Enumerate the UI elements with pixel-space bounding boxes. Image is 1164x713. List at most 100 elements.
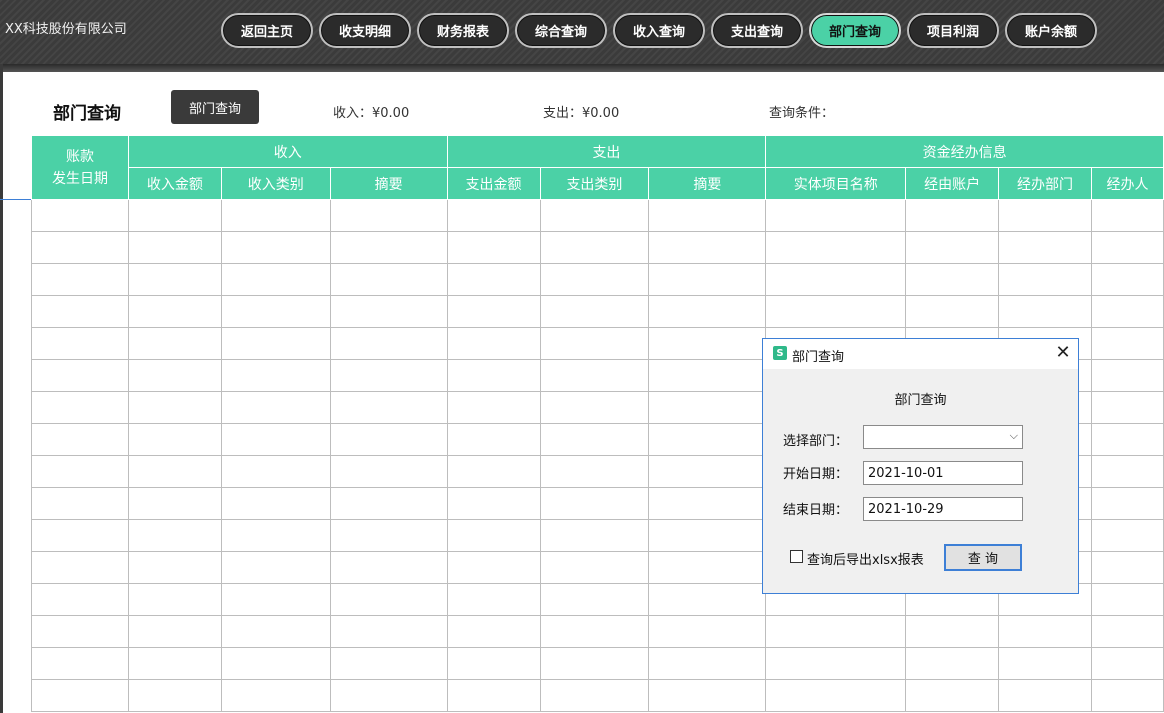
table-cell[interactable] [1090,583,1164,616]
table-cell[interactable] [329,359,448,392]
table-cell[interactable] [31,615,129,648]
start-date-field[interactable] [863,461,1023,485]
table-cell[interactable] [539,647,650,680]
nav-combined-query-button[interactable]: 综合查询 [515,13,607,48]
table-cell[interactable] [329,455,448,488]
nav-expense-query-button[interactable]: 支出查询 [711,13,803,48]
table-cell[interactable] [446,359,541,392]
table-row[interactable] [31,231,1164,264]
table-cell[interactable] [539,391,650,424]
nav-dept-query-button[interactable]: 部门查询 [809,13,901,48]
table-cell[interactable] [329,391,448,424]
table-cell[interactable] [446,199,541,232]
table-cell[interactable] [998,679,1092,712]
table-cell[interactable] [648,295,767,328]
table-cell[interactable] [905,647,1000,680]
close-icon[interactable]: ✕ [1053,343,1073,363]
table-row[interactable] [31,295,1164,328]
table-cell[interactable] [446,455,541,488]
table-cell[interactable] [998,615,1092,648]
table-cell[interactable] [220,327,331,360]
table-cell[interactable] [446,647,541,680]
table-row[interactable] [31,263,1164,296]
table-cell[interactable] [648,423,767,456]
table-cell[interactable] [446,423,541,456]
table-cell[interactable] [127,679,222,712]
table-cell[interactable] [329,231,448,264]
nav-reports-button[interactable]: 财务报表 [417,13,509,48]
nav-details-button[interactable]: 收支明细 [319,13,411,48]
table-cell[interactable] [648,583,767,616]
table-cell[interactable] [648,647,767,680]
table-cell[interactable] [539,583,650,616]
table-cell[interactable] [446,583,541,616]
table-cell[interactable] [648,199,767,232]
table-cell[interactable] [329,199,448,232]
table-cell[interactable] [446,615,541,648]
table-row[interactable] [31,679,1164,712]
table-cell[interactable] [998,231,1092,264]
table-cell[interactable] [329,679,448,712]
dept-query-button[interactable]: 部门查询 [171,90,259,124]
table-cell[interactable] [220,423,331,456]
table-cell[interactable] [329,423,448,456]
table-cell[interactable] [905,295,1000,328]
nav-home-button[interactable]: 返回主页 [221,13,313,48]
table-cell[interactable] [539,455,650,488]
table-cell[interactable] [648,679,767,712]
table-cell[interactable] [31,519,129,552]
table-cell[interactable] [648,263,767,296]
table-cell[interactable] [31,551,129,584]
table-cell[interactable] [329,519,448,552]
table-cell[interactable] [765,263,907,296]
table-cell[interactable] [648,519,767,552]
table-cell[interactable] [31,327,129,360]
table-cell[interactable] [446,487,541,520]
table-cell[interactable] [31,263,129,296]
table-cell[interactable] [220,391,331,424]
nav-income-query-button[interactable]: 收入查询 [613,13,705,48]
table-cell[interactable] [220,455,331,488]
table-cell[interactable] [539,327,650,360]
table-cell[interactable] [329,487,448,520]
table-cell[interactable] [765,679,907,712]
dialog-titlebar[interactable]: S 部门查询 ✕ [763,339,1078,369]
table-cell[interactable] [31,231,129,264]
table-cell[interactable] [539,487,650,520]
end-date-field[interactable] [863,497,1023,521]
table-cell[interactable] [329,551,448,584]
table-cell[interactable] [127,583,222,616]
table-cell[interactable] [539,551,650,584]
table-cell[interactable] [905,231,1000,264]
table-cell[interactable] [127,327,222,360]
table-cell[interactable] [648,327,767,360]
table-cell[interactable] [31,359,129,392]
dialog-query-button[interactable]: 查 询 [944,544,1022,571]
table-cell[interactable] [539,295,650,328]
table-cell[interactable] [1090,487,1164,520]
table-cell[interactable] [1090,423,1164,456]
table-cell[interactable] [220,647,331,680]
table-cell[interactable] [648,551,767,584]
table-cell[interactable] [998,199,1092,232]
table-cell[interactable] [127,295,222,328]
dept-select[interactable]: ⌵ [863,425,1023,449]
table-cell[interactable] [220,487,331,520]
table-cell[interactable] [329,295,448,328]
table-cell[interactable] [127,487,222,520]
table-cell[interactable] [539,423,650,456]
table-cell[interactable] [127,359,222,392]
table-cell[interactable] [220,263,331,296]
table-cell[interactable] [905,615,1000,648]
table-cell[interactable] [905,679,1000,712]
table-cell[interactable] [1090,231,1164,264]
table-cell[interactable] [1090,199,1164,232]
table-cell[interactable] [648,615,767,648]
table-cell[interactable] [220,615,331,648]
table-cell[interactable] [905,263,1000,296]
table-cell[interactable] [329,583,448,616]
table-cell[interactable] [998,263,1092,296]
table-cell[interactable] [648,231,767,264]
table-cell[interactable] [329,327,448,360]
table-cell[interactable] [765,647,907,680]
